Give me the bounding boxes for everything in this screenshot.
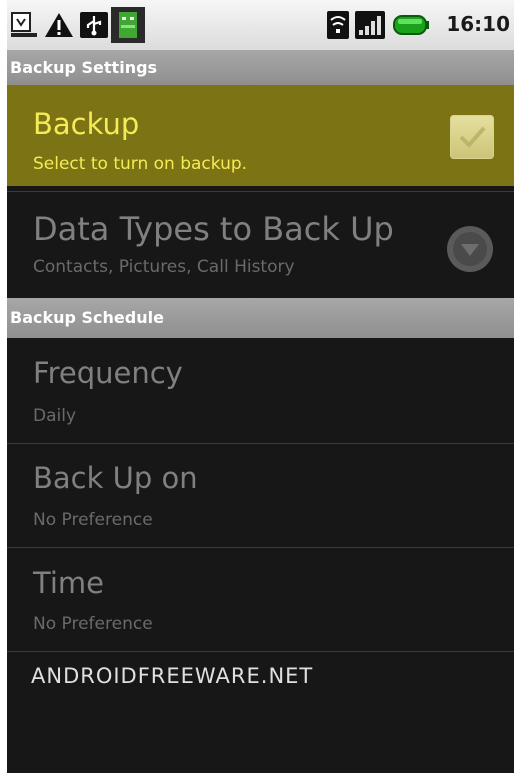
pref-back-up-on-summary: No Preference	[33, 510, 153, 530]
pref-data-types[interactable]: Data Types to Back Up Contacts, Pictures…	[7, 194, 514, 298]
pref-data-types-title: Data Types to Back Up	[33, 210, 394, 248]
usb-icon	[80, 12, 108, 38]
android-app-icon	[111, 7, 145, 43]
pref-frequency[interactable]: Frequency Daily	[7, 338, 514, 442]
divider	[7, 191, 514, 192]
category-backup-schedule: Backup Schedule	[7, 298, 514, 338]
warning-icon	[45, 13, 73, 37]
check-icon	[459, 126, 486, 148]
wifi-icon	[327, 11, 349, 39]
pref-time-summary: No Preference	[33, 614, 153, 634]
watermark-text: ANDROIDFREEWARE.NET	[31, 664, 314, 688]
data-types-dropdown[interactable]	[447, 226, 493, 272]
pref-data-types-summary: Contacts, Pictures, Call History	[33, 257, 295, 277]
pref-time-title: Time	[33, 566, 104, 600]
screen: 16:10 Backup Settings Backup Select to t…	[7, 0, 514, 773]
status-clock: 16:10	[446, 12, 510, 36]
pref-backup-summary: Select to turn on backup.	[33, 154, 248, 174]
backup-checkbox[interactable]	[450, 115, 494, 159]
pref-frequency-summary: Daily	[33, 406, 77, 426]
chevron-down-icon	[453, 232, 487, 266]
category-backup-settings: Backup Settings	[7, 50, 514, 85]
pref-back-up-on[interactable]: Back Up on No Preference	[7, 444, 514, 546]
pref-backup[interactable]: Backup Select to turn on backup.	[7, 85, 514, 186]
screenshot-download-icon	[11, 12, 37, 37]
divider	[7, 651, 514, 652]
pref-time[interactable]: Time No Preference	[7, 548, 514, 650]
battery-icon	[393, 15, 429, 35]
signal-icon	[355, 11, 385, 39]
pref-frequency-title: Frequency	[33, 356, 183, 390]
pref-back-up-on-title: Back Up on	[33, 461, 198, 495]
pref-backup-title: Backup	[33, 107, 140, 141]
status-bar: 16:10	[7, 0, 514, 50]
